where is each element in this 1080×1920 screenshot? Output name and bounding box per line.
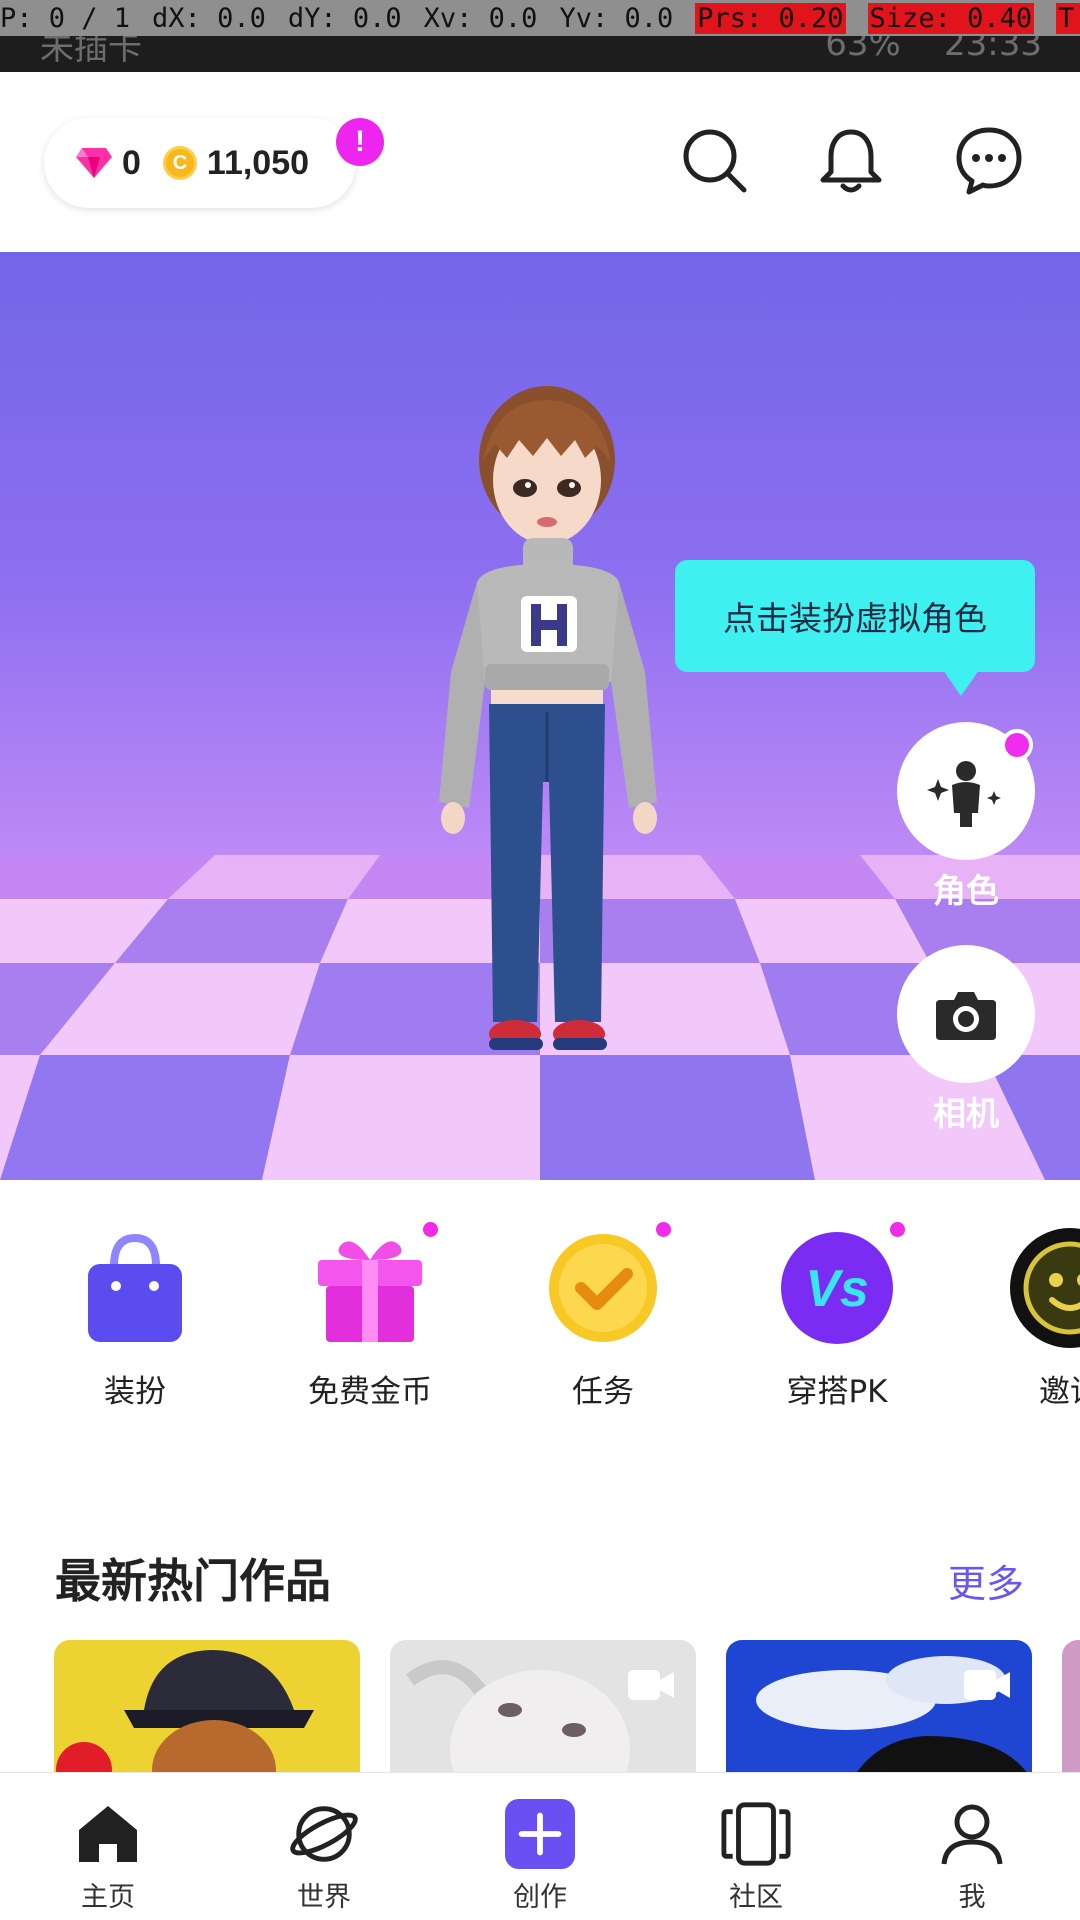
- notification-dot: [656, 1222, 671, 1237]
- debug-pointer: P: 0 / 1: [0, 2, 131, 34]
- camera-label: 相机: [933, 1094, 999, 1133]
- diamond-icon: [76, 148, 112, 178]
- shopping-bag-icon: [75, 1228, 195, 1348]
- quick-action-label: 免费金币: [308, 1374, 432, 1410]
- quick-action-dress-up[interactable]: 装扮: [35, 1228, 235, 1411]
- notification-dot: [423, 1222, 438, 1237]
- bell-icon[interactable]: [815, 124, 887, 196]
- nav-create[interactable]: 创作: [460, 1799, 620, 1914]
- nav-me[interactable]: 我: [892, 1799, 1052, 1914]
- debug-pressure: Prs: 0.20: [695, 2, 846, 34]
- coin-icon: C: [162, 146, 197, 180]
- quick-action-label: 任务: [572, 1374, 634, 1410]
- debug-yv: Yv: 0.0: [559, 2, 674, 34]
- more-link[interactable]: 更多: [948, 1553, 1024, 1608]
- quick-actions-row: 装扮 免费金币 任务 Vs 穿搭PK 邀: [0, 1180, 1080, 1460]
- work-thumbnail[interactable]: [54, 1640, 360, 1774]
- home-icon: [73, 1799, 143, 1869]
- planet-icon: [289, 1799, 359, 1869]
- dress-up-tooltip[interactable]: 点击装扮虚拟角色: [675, 560, 1035, 696]
- quick-action-invite[interactable]: 邀请: [970, 1228, 1080, 1411]
- avatar-role-label: 角色: [933, 871, 999, 910]
- hot-works-carousel[interactable]: [0, 1640, 1080, 1774]
- nav-label: 我: [958, 1882, 986, 1913]
- nav-world[interactable]: 世界: [244, 1799, 404, 1914]
- work-thumbnail[interactable]: [390, 1640, 696, 1774]
- diamond-count: 0: [122, 143, 141, 182]
- quick-action-outfit-pk[interactable]: Vs 穿搭PK: [737, 1222, 937, 1411]
- search-icon[interactable]: [678, 124, 750, 196]
- work-thumbnail[interactable]: [1062, 1640, 1080, 1774]
- wallet-alert-badge[interactable]: !: [336, 118, 384, 166]
- top-header: 0 C 11,050 !: [0, 72, 1080, 252]
- work-thumbnail-image: [756, 1656, 1028, 1774]
- debug-time: T: 227274: [1056, 2, 1080, 34]
- checkmark-coin-icon: [543, 1222, 671, 1348]
- svg-text:Vs: Vs: [805, 1260, 869, 1318]
- person-icon: [937, 1799, 1007, 1869]
- work-thumbnail[interactable]: [726, 1640, 1032, 1774]
- gift-icon: [310, 1222, 438, 1348]
- nav-label: 创作: [513, 1882, 567, 1913]
- plus-icon: [505, 1799, 575, 1869]
- debug-dx: dX: 0.0: [152, 2, 266, 34]
- avatar-character[interactable]: [425, 382, 665, 1082]
- home-screen: 未插卡 63% 23:33 P: 0 / 1 dX: 0.0 dY: 0.0 X…: [0, 0, 1080, 1920]
- camera-button[interactable]: [897, 945, 1035, 1083]
- sparkle-person-icon: [927, 761, 1001, 827]
- debug-size: Size: 0.40: [867, 2, 1035, 34]
- quick-action-tasks[interactable]: 任务: [503, 1222, 703, 1411]
- video-icon: [964, 1670, 1010, 1700]
- quick-action-free-coins[interactable]: 免费金币: [270, 1222, 470, 1411]
- notification-dot: [890, 1222, 905, 1237]
- section-title: 最新热门作品: [55, 1554, 331, 1608]
- nav-label: 世界: [297, 1882, 351, 1913]
- status-bar: 未插卡 63% 23:33 P: 0 / 1 dX: 0.0 dY: 0.0 X…: [0, 0, 1080, 72]
- bottom-navigation: 主页 世界 创作 社区 我: [0, 1772, 1080, 1920]
- cards-icon: [721, 1799, 791, 1869]
- nav-label: 主页: [81, 1882, 135, 1913]
- wallet-pill[interactable]: 0 C 11,050: [44, 118, 356, 208]
- quick-action-label: 邀请: [1039, 1374, 1080, 1410]
- role-notification-dot: [1001, 729, 1033, 761]
- quick-action-label: 装扮: [104, 1374, 166, 1410]
- coin-count: 11,050: [206, 143, 310, 182]
- nav-label: 社区: [729, 1882, 783, 1913]
- camera-icon: [936, 992, 996, 1040]
- work-thumbnail-image: [405, 1660, 630, 1774]
- quick-action-label: 穿搭PK: [786, 1374, 888, 1410]
- avatar-scene[interactable]: 点击装扮虚拟角色 角色 相机: [0, 252, 1080, 1180]
- video-icon: [628, 1670, 674, 1700]
- nav-community[interactable]: 社区: [676, 1799, 836, 1914]
- pointer-debug-bar: P: 0 / 1 dX: 0.0 dY: 0.0 Xv: 0.0 Yv: 0.0…: [0, 0, 1080, 36]
- vs-icon: Vs: [777, 1222, 905, 1348]
- debug-dy: dY: 0.0: [287, 2, 402, 34]
- work-thumbnail-image: [56, 1650, 314, 1774]
- chat-bubble-icon[interactable]: [953, 124, 1025, 196]
- nav-home[interactable]: 主页: [28, 1799, 188, 1914]
- debug-xv: Xv: 0.0: [423, 2, 538, 34]
- invite-icon: [1010, 1228, 1080, 1348]
